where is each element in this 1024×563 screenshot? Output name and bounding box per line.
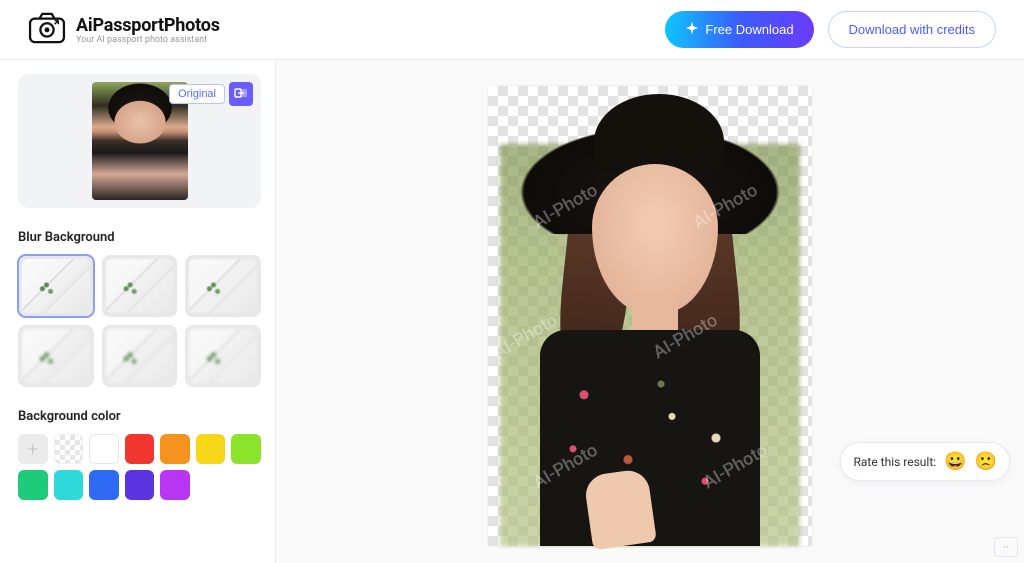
thumbnail-panel: Original [18, 74, 261, 208]
sparkle-icon [685, 21, 699, 38]
rate-label: Rate this result: [853, 455, 936, 469]
canvas: AI-Photo AI-Photo AI-Photo AI-Photo AI-P… [276, 60, 1024, 563]
bgcolor-swatch-3[interactable] [125, 434, 155, 464]
rate-happy-button[interactable]: 😀 [944, 451, 966, 472]
compare-icon [234, 85, 248, 104]
background-color-grid: + [18, 434, 261, 500]
bgcolor-transparent[interactable] [54, 434, 84, 464]
blur-option-5[interactable] [102, 325, 178, 387]
blur-option-1[interactable] [18, 255, 94, 317]
download-credits-button[interactable]: Download with credits [828, 11, 996, 48]
result-person: AI-Photo AI-Photo AI-Photo AI-Photo AI-P… [500, 86, 800, 546]
free-download-label: Free Download [705, 22, 793, 37]
rate-result-pill: Rate this result: 😀 🙁 [840, 442, 1010, 481]
bgcolor-section-title: Background color [18, 409, 261, 424]
bgcolor-swatch-10[interactable] [125, 470, 155, 500]
blur-background-grid [18, 255, 261, 387]
blur-option-6[interactable] [185, 325, 261, 387]
bgcolor-swatch-7[interactable] [18, 470, 48, 500]
logo-subtitle: Your AI passport photo assistant [76, 35, 220, 45]
feedback-widget-button[interactable]: ·· [994, 537, 1018, 557]
bgcolor-swatch-8[interactable] [54, 470, 84, 500]
bgcolor-swatch-6[interactable] [231, 434, 261, 464]
rate-sad-button[interactable]: 🙁 [975, 451, 997, 472]
face-icon: ·· [1003, 540, 1009, 554]
blur-section-title: Blur Background [18, 230, 261, 245]
bgcolor-add-button[interactable]: + [18, 434, 48, 464]
bgcolor-swatch-11[interactable] [160, 470, 190, 500]
bgcolor-swatch-9[interactable] [89, 470, 119, 500]
header: AiPassportPhotos Your AI passport photo … [0, 0, 1024, 60]
bgcolor-white[interactable] [89, 434, 119, 464]
blur-option-2[interactable] [102, 255, 178, 317]
compare-toggle-button[interactable] [229, 82, 253, 106]
bgcolor-swatch-4[interactable] [160, 434, 190, 464]
sidebar: Original Blur Background Background colo… [0, 60, 276, 563]
free-download-button[interactable]: Free Download [665, 11, 813, 48]
bgcolor-swatch-5[interactable] [196, 434, 226, 464]
logo-title: AiPassportPhotos [76, 15, 220, 36]
logo[interactable]: AiPassportPhotos Your AI passport photo … [28, 12, 220, 48]
blur-option-3[interactable] [185, 255, 261, 317]
blur-option-4[interactable] [18, 325, 94, 387]
original-toggle-button[interactable]: Original [169, 84, 225, 104]
camera-icon [28, 12, 66, 48]
result-preview: AI-Photo AI-Photo AI-Photo AI-Photo AI-P… [488, 86, 812, 546]
